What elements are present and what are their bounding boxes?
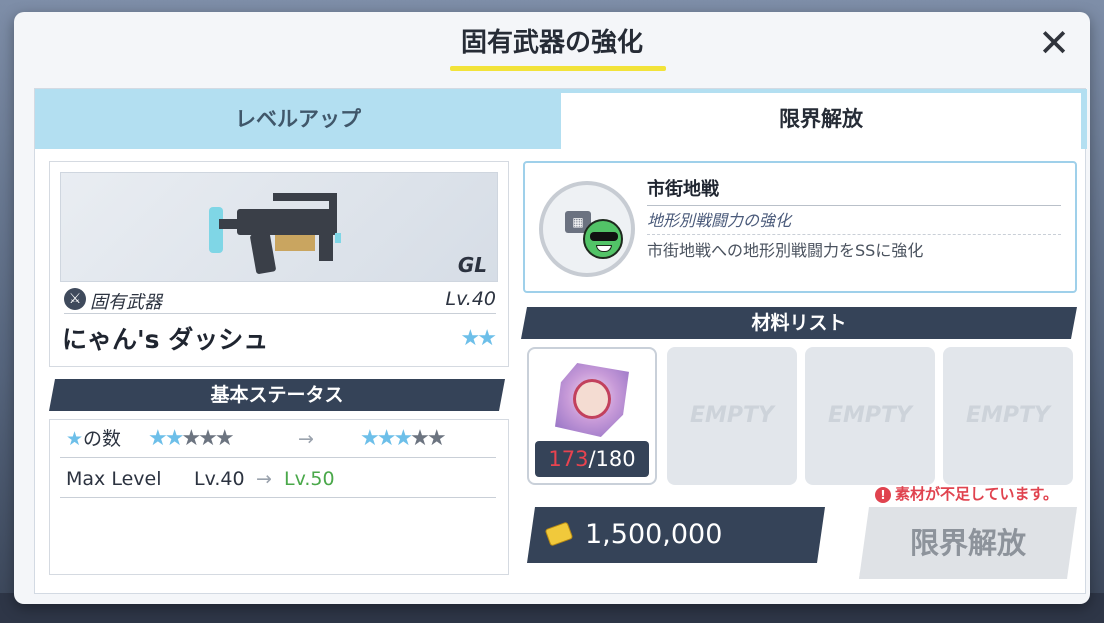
- empty-label: EMPTY: [690, 403, 774, 428]
- basic-status-header: 基本ステータス: [49, 379, 505, 411]
- stars-after-empty: ★★: [410, 426, 446, 451]
- dialog-title: 固有武器の強化: [460, 28, 643, 58]
- credit-icon: [545, 521, 574, 546]
- sunglasses-icon: [590, 232, 618, 241]
- empty-label: EMPTY: [966, 403, 1050, 428]
- material-have: 173: [548, 447, 589, 471]
- unique-weapon-icon: ⚔: [64, 288, 86, 310]
- smile-icon: [596, 245, 612, 252]
- cost-box: 1,500,000: [527, 507, 825, 563]
- weapon-stars: ★★: [460, 326, 497, 351]
- stars-before: ★★★★★: [148, 420, 235, 458]
- weapon-type-row: ⚔ 固有武器 Lv.40: [64, 286, 496, 314]
- star-icon: ★: [66, 428, 84, 450]
- warning-icon: !: [875, 487, 891, 503]
- weapon-card: GL ⚔ 固有武器 Lv.40 にゃん's ダッシュ ★★: [49, 161, 509, 367]
- terrain-rank-face-icon: [583, 219, 623, 259]
- weapon-class-label: GL: [457, 253, 487, 277]
- character-portrait-icon: [573, 379, 611, 419]
- tab-limit-break[interactable]: 限界解放: [561, 89, 1087, 149]
- material-slot-4: EMPTY: [943, 347, 1073, 485]
- max-level-after: Lv.50: [284, 468, 335, 490]
- cost-value: 1,500,000: [585, 519, 723, 550]
- basic-status-panel: ★の数 ★★★★★ → ★★★★★ Max Level Lv.40 → Lv.5…: [49, 419, 509, 575]
- grenade-launcher-icon: [209, 193, 341, 274]
- insufficient-materials-warning: ! 素材が不足しています。: [875, 483, 1058, 504]
- title-underline: [450, 66, 666, 71]
- stars-after-filled: ★★★: [360, 426, 413, 451]
- material-slot-1[interactable]: 173/180: [527, 347, 657, 485]
- city-terrain-icon: ▦: [539, 181, 635, 277]
- terrain-name: 市街地戦: [647, 175, 1061, 206]
- weapon-enhance-dialog: 固有武器の強化 ✕ レベルアップ 限界解放 GL ⚔ 固有武器 Lv.40 にゃ…: [14, 12, 1090, 604]
- weapon-level: Lv.40: [445, 288, 497, 310]
- material-separator: /: [588, 447, 596, 471]
- max-level-before: Lv.40: [194, 468, 245, 490]
- weapon-image: GL: [60, 172, 498, 282]
- terrain-subtitle: 地形別戦闘力の強化: [647, 207, 1061, 235]
- stars-after: ★★★★★: [360, 420, 447, 458]
- material-count: 173/180: [535, 441, 649, 477]
- stat-row-stars: ★の数 ★★★★★ → ★★★★★: [60, 420, 496, 458]
- close-button[interactable]: ✕: [1034, 24, 1074, 64]
- weapon-type-label: 固有武器: [90, 292, 162, 313]
- stat-label-max-level: Max Level: [66, 468, 162, 490]
- terrain-description: 市街地戦への地形別戦闘力をSSに強化: [647, 241, 924, 260]
- warning-text: 素材が不足しています。: [895, 485, 1059, 503]
- limit-break-button[interactable]: 限界解放: [859, 507, 1077, 579]
- content-frame: レベルアップ 限界解放 GL ⚔ 固有武器 Lv.40 にゃん's ダッシュ ★…: [34, 88, 1087, 594]
- stat-row-max-level: Max Level Lv.40 → Lv.50: [60, 460, 496, 498]
- material-slot-3: EMPTY: [805, 347, 935, 485]
- stars-count-label: の数: [83, 428, 122, 450]
- stars-before-empty: ★★★: [181, 426, 234, 451]
- empty-label: EMPTY: [828, 403, 912, 428]
- materials-header: 材料リスト: [521, 307, 1077, 339]
- arrow-right-icon: →: [256, 468, 272, 490]
- terrain-card: ▦ 市街地戦 地形別戦闘力の強化 市街地戦への地形別戦闘力をSSに強化: [523, 161, 1077, 293]
- material-slot-2: EMPTY: [667, 347, 797, 485]
- stars-before-filled: ★★: [148, 426, 184, 451]
- material-need: 180: [595, 447, 636, 471]
- arrow-right-icon: →: [298, 428, 314, 450]
- tab-level-up[interactable]: レベルアップ: [35, 89, 561, 149]
- weapon-name: にゃん's ダッシュ: [62, 325, 269, 354]
- stat-label-stars: ★の数: [66, 420, 121, 458]
